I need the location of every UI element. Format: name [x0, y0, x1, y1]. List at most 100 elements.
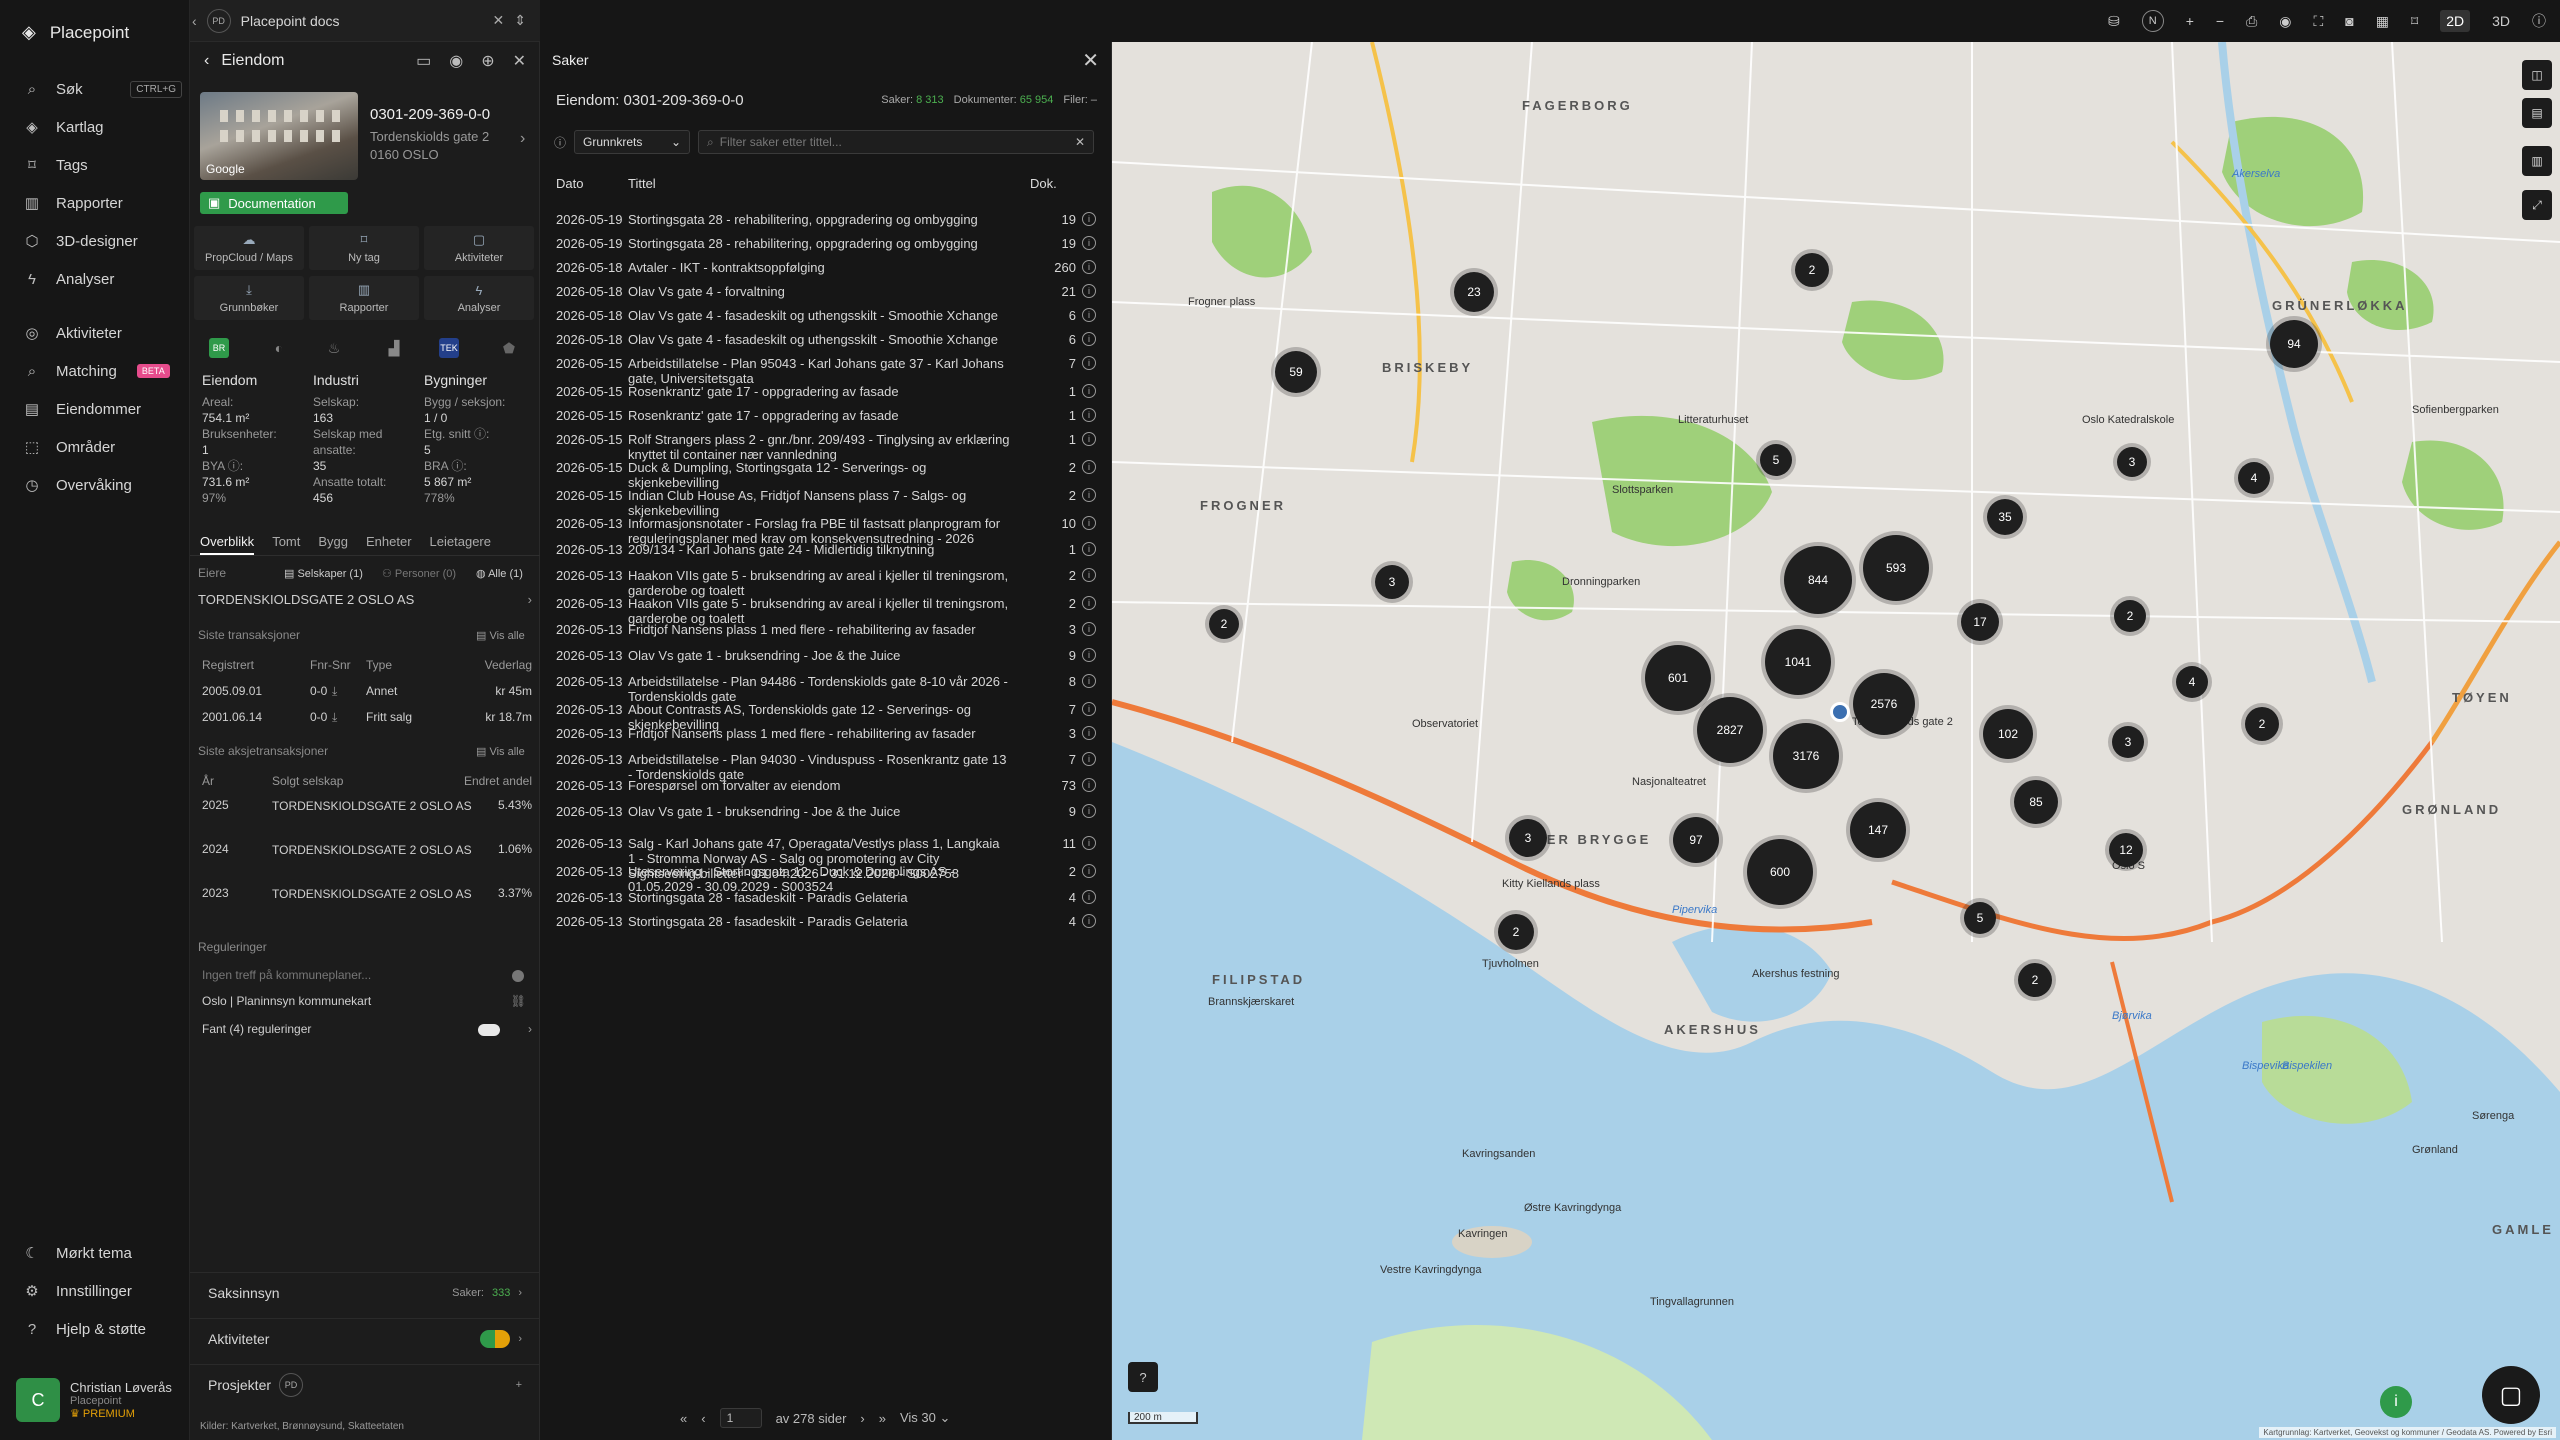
close-icon[interactable]: ✕ [493, 12, 505, 29]
info-icon[interactable]: i [1082, 542, 1096, 556]
propcloud-button[interactable]: ☁ PropCloud / Maps [194, 226, 304, 270]
add-icon[interactable]: ⊕ [481, 51, 494, 71]
nav-item-layers[interactable]: ◈ Kartlag [22, 112, 182, 142]
help-icon[interactable]: ? [1128, 1362, 1158, 1392]
chat-icon[interactable]: ▢ [2482, 1366, 2540, 1424]
reports-button[interactable]: ▥ Rapporter [309, 276, 419, 320]
info-icon[interactable]: i [1082, 568, 1096, 582]
tab-building[interactable]: Bygg [318, 530, 348, 555]
info-icon[interactable]: i [1082, 752, 1096, 766]
map-cluster[interactable]: 102 [1983, 709, 2033, 759]
print-icon[interactable]: ⎙ [2246, 13, 2257, 30]
page-input[interactable]: 1 [719, 1408, 762, 1428]
info-icon[interactable]: i [1082, 596, 1096, 610]
map-cluster[interactable]: 2 [1795, 253, 1829, 287]
new-tag-button[interactable]: ⌑ Ny tag [309, 226, 419, 270]
projects-row[interactable]: Prosjekter PD + [190, 1364, 540, 1404]
nav-item-tags[interactable]: ⌑ Tags [22, 150, 182, 180]
info-icon[interactable]: i [1082, 460, 1096, 474]
map-cluster[interactable]: 593 [1863, 535, 1929, 601]
close-icon[interactable]: ✕ [513, 51, 526, 71]
info-icon[interactable]: ⓘ [554, 134, 566, 151]
map-cluster[interactable]: 2 [2114, 600, 2146, 632]
id-card-icon[interactable]: ▭ [416, 51, 431, 71]
eye-icon[interactable]: ◉ [2279, 13, 2291, 30]
info-icon[interactable]: i [1082, 284, 1096, 298]
last-page-icon[interactable]: » [879, 1411, 886, 1426]
user-profile[interactable]: C Christian Løverås Placepoint ♛ PREMIUM [16, 1378, 172, 1422]
info-icon[interactable]: i [1082, 384, 1096, 398]
info-icon[interactable]: i [1082, 836, 1096, 850]
info-icon[interactable]: i [1082, 356, 1096, 370]
info-icon[interactable]: i [1082, 702, 1096, 716]
camera-icon[interactable]: ◙ [2345, 13, 2353, 29]
map-cluster[interactable]: 2 [2245, 707, 2279, 741]
info-icon[interactable]: i [1082, 236, 1096, 250]
map-cluster[interactable]: 85 [2014, 780, 2058, 824]
map-cluster[interactable]: 2 [1209, 609, 1239, 639]
filter-persons[interactable]: ⚇ Personer (0) [382, 567, 456, 580]
info-icon[interactable]: i [1082, 308, 1096, 322]
bookmark-icon[interactable]: ⌑ [2411, 13, 2418, 30]
map-cluster[interactable]: 3 [2117, 447, 2147, 477]
map-cluster[interactable]: 2 [2018, 963, 2052, 997]
link-icon[interactable]: ⛓ [511, 994, 526, 1008]
tab-units[interactable]: Enheter [366, 530, 412, 555]
nav-item-reports[interactable]: ▥ Rapporter [22, 188, 182, 218]
basemap-icon[interactable]: ◫ [2522, 60, 2552, 90]
info-icon[interactable]: i [1082, 648, 1096, 662]
tab-overview[interactable]: Overblikk [200, 530, 255, 555]
filter-all[interactable]: ◍ Alle (1) [476, 567, 523, 580]
bars-icon[interactable]: ▟ [384, 338, 404, 358]
nav-item-settings[interactable]: ⚙ Innstillinger [22, 1276, 182, 1306]
location-pin-icon[interactable] [1830, 702, 1850, 722]
tab-tenants[interactable]: Leietagere [430, 530, 491, 555]
first-page-icon[interactable]: « [680, 1411, 687, 1426]
industry-icon[interactable]: ♨ [324, 338, 344, 358]
activities-row[interactable]: Aktiviteter › [190, 1318, 540, 1358]
map-cluster[interactable]: 3 [2112, 726, 2144, 758]
map-cluster[interactable]: 1041 [1765, 629, 1831, 695]
view-3d-button[interactable]: 3D [2492, 13, 2510, 29]
leaf-icon[interactable]: ◐ [269, 338, 289, 358]
eye-icon[interactable]: ◉ [449, 51, 463, 71]
map-cluster[interactable]: 4 [2176, 666, 2208, 698]
info-icon[interactable]: i [1082, 488, 1096, 502]
map-cluster[interactable]: 97 [1673, 817, 1719, 863]
stock-see-all[interactable]: ▤ Vis alle [476, 745, 525, 758]
measure-icon[interactable]: ⤢ [2522, 190, 2552, 220]
map-cluster[interactable]: 3 [1375, 565, 1409, 599]
chevron-right-icon[interactable]: › [520, 130, 525, 148]
map-cluster[interactable]: 147 [1850, 802, 1906, 858]
info-icon[interactable]: i [1082, 914, 1096, 928]
map-cluster[interactable]: 601 [1645, 645, 1711, 711]
download-icon[interactable]: ⤓ [332, 710, 337, 725]
collapse-icon[interactable]: ‹ [192, 13, 197, 29]
map-cluster[interactable]: 2 [1498, 914, 1534, 950]
map-cluster[interactable]: 59 [1275, 351, 1317, 393]
map-cluster[interactable]: 23 [1454, 272, 1494, 312]
info-icon[interactable]: ⓘ [2532, 11, 2546, 31]
info-icon[interactable]: i [1082, 332, 1096, 346]
add-icon[interactable]: + [516, 1379, 522, 1391]
view-2d-button[interactable]: 2D [2440, 10, 2471, 32]
area-select[interactable]: Grunnkrets ⌄ [574, 130, 691, 154]
nav-item-help[interactable]: ? Hjelp & støtte [22, 1314, 182, 1344]
toggle-switch[interactable] [478, 1024, 500, 1036]
info-icon[interactable]: i [1082, 864, 1096, 878]
map-cluster[interactable]: 2576 [1853, 673, 1915, 735]
prev-page-icon[interactable]: ‹ [701, 1411, 705, 1426]
info-icon[interactable]: i [1082, 726, 1096, 740]
nav-item-dark-theme[interactable]: ☾ Mørkt tema [22, 1238, 182, 1268]
info-icon[interactable]: i [1082, 622, 1096, 636]
activities-button[interactable]: ▢ Aktiviteter [424, 226, 534, 270]
chevron-right-icon[interactable]: › [528, 1022, 532, 1036]
info-icon[interactable]: i [1082, 778, 1096, 792]
zoom-out-icon[interactable]: − [2216, 13, 2224, 29]
map-cluster[interactable]: 4 [2238, 462, 2270, 494]
streetview-photo[interactable]: Google [200, 92, 358, 180]
map-canvas[interactable]: FAGERBORG BRISKEBY GRÜNERLØKKA FROGNER TØYEN… [1112, 42, 2560, 1440]
map-cluster[interactable]: 600 [1747, 839, 1813, 905]
close-icon[interactable]: ✕ [1082, 48, 1099, 73]
cases-search-input[interactable]: ⌕ Filter saker etter tittel... ✕ [698, 130, 1095, 154]
